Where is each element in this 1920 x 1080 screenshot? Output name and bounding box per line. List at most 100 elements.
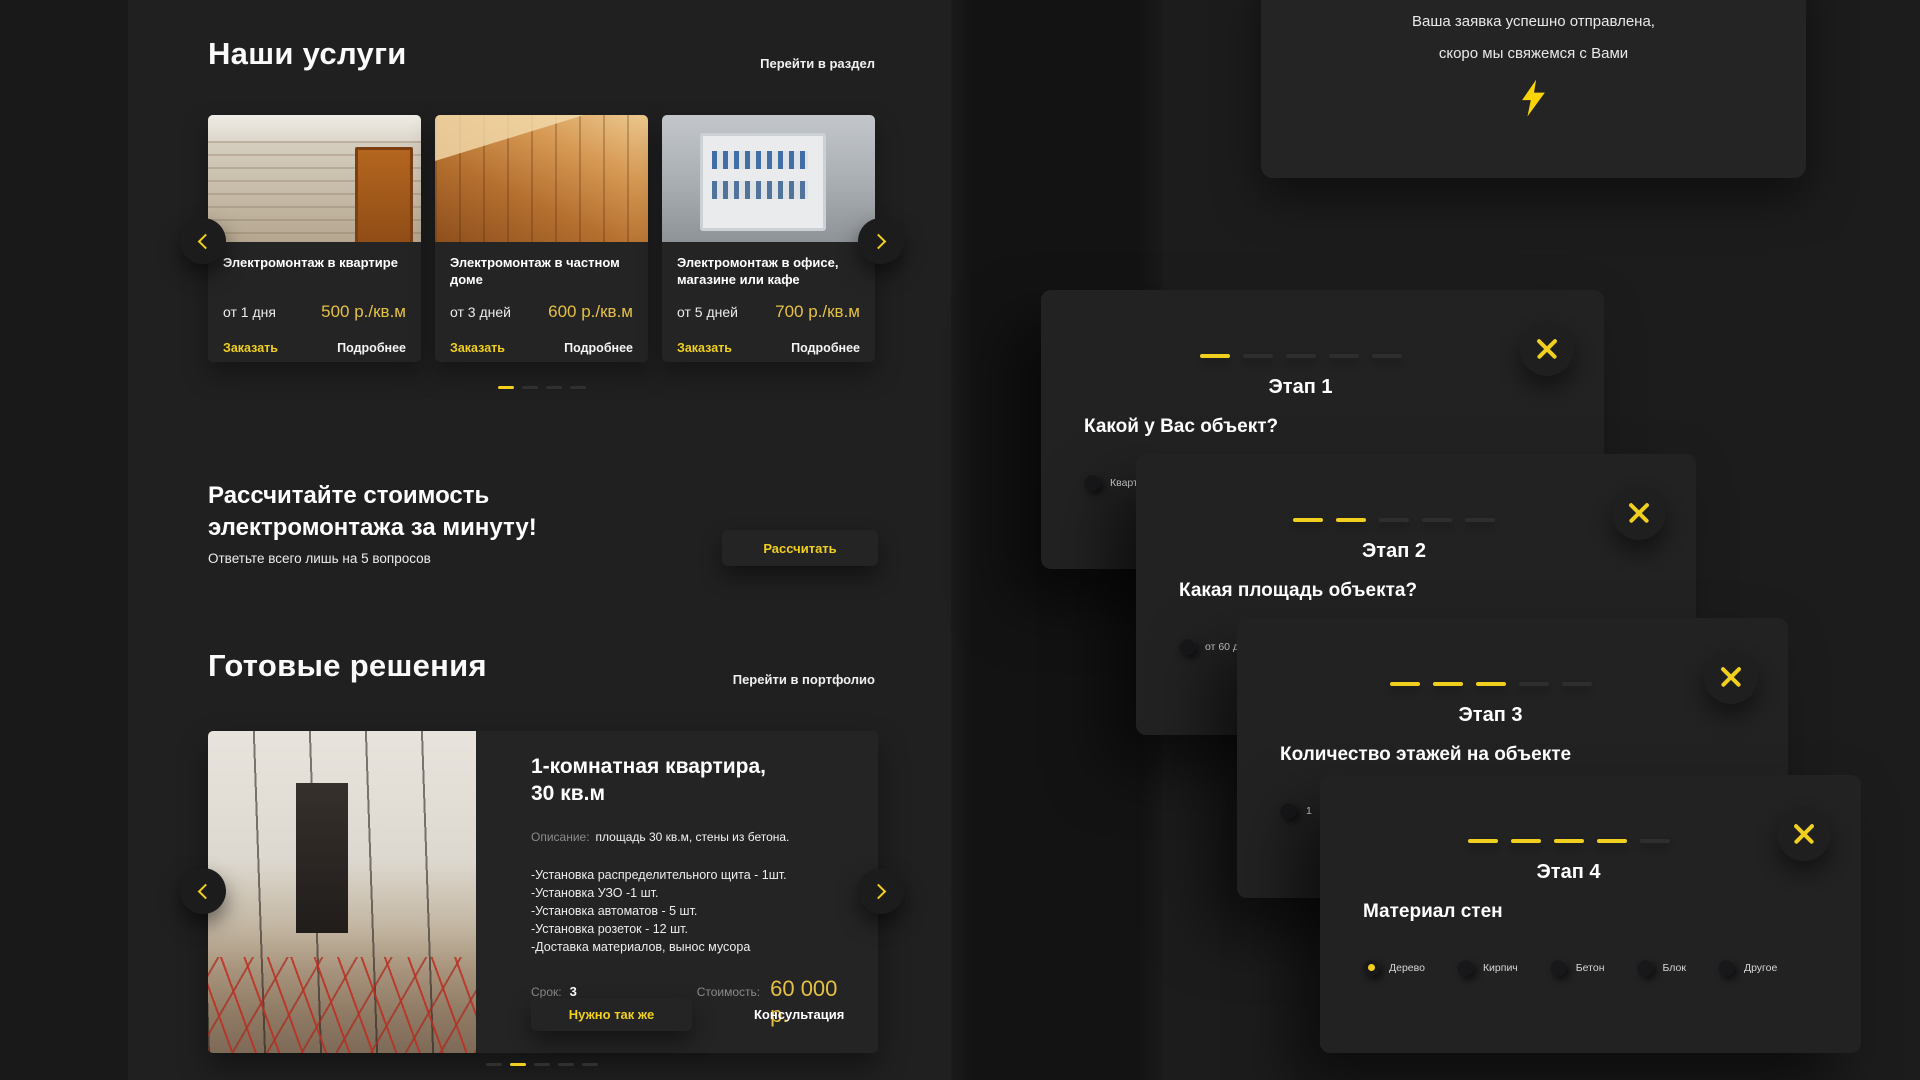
quiz-progress [1019, 354, 1582, 358]
pagination-dash[interactable] [486, 1063, 502, 1066]
quiz-modal-step4: Этап 4 Материал стен Дерево Кирпич Бетон… [1320, 775, 1861, 1053]
portfolio-next-button[interactable] [858, 868, 904, 914]
service-title: Электромонтаж в квартире [223, 255, 406, 290]
radio-option[interactable]: 1 [1280, 802, 1312, 819]
service-title: Электромонтаж в частном доме [450, 255, 633, 290]
radio-option[interactable]: Дерево [1363, 959, 1425, 976]
quiz-options: Дерево Кирпич Бетон Блок Другое [1363, 959, 1845, 976]
pagination-dash[interactable] [522, 386, 538, 389]
close-button[interactable] [1520, 322, 1574, 376]
chevron-right-icon [871, 233, 887, 249]
pagination-dash [1379, 518, 1409, 522]
pagination-dash[interactable] [570, 386, 586, 389]
quiz-question: Материал стен [1363, 901, 1503, 923]
page: Наши услуги Перейти в раздел Электромонт… [0, 0, 1920, 1080]
close-button[interactable] [1612, 486, 1666, 540]
service-photo-apartment [208, 115, 421, 242]
services-next-button[interactable] [858, 218, 904, 264]
radio-option[interactable]: Другое [1718, 959, 1777, 976]
pagination-dash-active [1293, 518, 1323, 522]
radio-dot[interactable] [1718, 959, 1735, 976]
pagination-dash-active [1200, 354, 1230, 358]
radio-dot[interactable] [1457, 959, 1474, 976]
radio-option[interactable]: Блок [1637, 959, 1686, 976]
pagination-dash-active[interactable] [510, 1063, 526, 1066]
service-price: 500 р./кв.м [321, 302, 406, 322]
portfolio-card[interactable]: 1-комнатная квартира, 30 кв.м Описание:п… [208, 731, 878, 1053]
pagination-dash[interactable] [534, 1063, 550, 1066]
portfolio-photo-renovation [208, 731, 476, 1053]
consultation-button[interactable]: Консультация [754, 1007, 844, 1022]
portfolio-heading: Готовые решения [208, 648, 487, 684]
order-button[interactable]: Заказать [450, 341, 505, 355]
radio-label: 1 [1306, 805, 1312, 817]
quiz-progress [1298, 839, 1839, 843]
radio-option[interactable]: Кирпич [1457, 959, 1518, 976]
pagination-dash-active [1554, 839, 1584, 843]
service-term: от 3 дней [450, 304, 511, 320]
radio-label: Другое [1744, 962, 1777, 974]
pagination-dash [1329, 354, 1359, 358]
pagination-dash [1562, 682, 1592, 686]
services-section-link[interactable]: Перейти в раздел [760, 56, 875, 71]
pagination-dash-active [1476, 682, 1506, 686]
works-item: -Установка розеток - 12 шт. [531, 920, 858, 938]
pagination-dash-active [1433, 682, 1463, 686]
success-toast: Ваша заявка успешно отправлена, скоро мы… [1261, 0, 1806, 178]
pagination-dash-active [1597, 839, 1627, 843]
close-button[interactable] [1777, 807, 1831, 861]
pagination-dash-active[interactable] [498, 386, 514, 389]
quiz-progress [1114, 518, 1674, 522]
radio-label: Бетон [1576, 962, 1605, 974]
calculate-button[interactable]: Рассчитать [722, 530, 878, 566]
calculator-subheading: Ответьте всего лишь на 5 вопросов [208, 551, 431, 566]
details-button[interactable]: Подробнее [791, 341, 860, 355]
chevron-right-icon [871, 883, 887, 899]
toast-line2: скоро мы свяжемся с Вами [1261, 38, 1806, 70]
quiz-step-title: Этап 1 [1041, 376, 1560, 399]
pagination-dash[interactable] [546, 386, 562, 389]
quiz-step-title: Этап 4 [1320, 861, 1817, 884]
cost-label: Стоимость: [697, 985, 760, 999]
order-button[interactable]: Заказать [677, 341, 732, 355]
details-button[interactable]: Подробнее [564, 341, 633, 355]
portfolio-prev-button[interactable] [180, 868, 226, 914]
radio-option[interactable]: от 60 до [1179, 638, 1245, 655]
radio-label: Дерево [1389, 962, 1425, 974]
radio-dot[interactable] [1179, 638, 1196, 655]
need-same-button[interactable]: Нужно так же [531, 998, 692, 1031]
calculator-heading: Рассчитайте стоимость электромонтажа за … [208, 480, 688, 545]
description-label: Описание: [531, 830, 590, 844]
service-card[interactable]: Электромонтаж в квартире от 1 дня 500 р.… [208, 115, 421, 362]
radio-dot[interactable] [1550, 959, 1567, 976]
radio-label: Кирпич [1483, 962, 1518, 974]
pagination-dash-active [1336, 518, 1366, 522]
service-photo-house [435, 115, 648, 242]
works-item: -Доставка материалов, вынос мусора [531, 938, 858, 956]
details-button[interactable]: Подробнее [337, 341, 406, 355]
service-term: от 5 дней [677, 304, 738, 320]
radio-dot[interactable] [1084, 474, 1101, 491]
quiz-question: Количество этажей на объекте [1280, 744, 1571, 766]
description-value: площадь 30 кв.м, стены из бетона. [596, 830, 790, 844]
radio-dot[interactable] [1637, 959, 1654, 976]
services-prev-button[interactable] [180, 218, 226, 264]
term-label: Срок: [531, 985, 562, 999]
radio-dot[interactable] [1280, 802, 1297, 819]
close-button[interactable] [1704, 650, 1758, 704]
radio-option[interactable]: Бетон [1550, 959, 1605, 976]
order-button[interactable]: Заказать [223, 341, 278, 355]
pagination-dash [1640, 839, 1670, 843]
service-card[interactable]: Электромонтаж в частном доме от 3 дней 6… [435, 115, 648, 362]
works-item: -Установка распределительного щита - 1шт… [531, 866, 858, 884]
pagination-dash[interactable] [582, 1063, 598, 1066]
radio-dot[interactable] [1363, 959, 1380, 976]
quiz-step-title: Этап 2 [1136, 540, 1652, 563]
pagination-dash [1243, 354, 1273, 358]
portfolio-section-link[interactable]: Перейти в портфолио [733, 672, 875, 687]
toast-line1: Ваша заявка успешно отправлена, [1261, 6, 1806, 38]
quiz-step-title: Этап 3 [1237, 704, 1744, 727]
service-card[interactable]: Электромонтаж в офисе, магазине или кафе… [662, 115, 875, 362]
chevron-left-icon [198, 883, 214, 899]
pagination-dash[interactable] [558, 1063, 574, 1066]
